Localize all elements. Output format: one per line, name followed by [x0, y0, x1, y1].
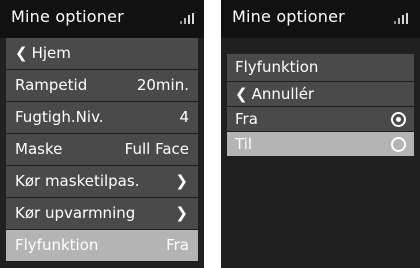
- menu-item-value: Fra: [166, 236, 189, 254]
- signal-strength-icon: [394, 13, 408, 24]
- menu-item-flyfunktion[interactable]: Flyfunktion Fra: [6, 230, 198, 262]
- menu-item-hjem[interactable]: ❮ Hjem: [6, 38, 198, 70]
- title-bar: Mine optioner: [0, 0, 204, 38]
- radio-unselected-icon[interactable]: [391, 137, 406, 152]
- cancel-label: Annullér: [251, 85, 315, 103]
- title-bar: Mine optioner: [221, 0, 420, 38]
- chevron-right-icon: ❯: [175, 172, 188, 190]
- menu-item-label: Kør upvarmning: [15, 204, 136, 222]
- chevron-left-icon: ❮: [15, 44, 28, 62]
- dialog-header: Flyfunktion: [227, 54, 414, 82]
- option-fra[interactable]: Fra: [227, 107, 414, 132]
- menu-item-label: Maske: [15, 140, 63, 158]
- cancel-button[interactable]: ❮ Annullér: [227, 82, 414, 107]
- menu-item-rampetid[interactable]: Rampetid 20min.: [6, 70, 198, 102]
- menu-item-value: 4: [179, 108, 189, 126]
- chevron-left-icon: ❮: [235, 85, 248, 103]
- menu-item-maske[interactable]: Maske Full Face: [6, 134, 198, 166]
- device-screen-right: Mine optioner Flyfunktion ❮ Annullér Fra …: [221, 0, 420, 268]
- flyfunktion-dialog: Flyfunktion ❮ Annullér Fra Til: [227, 54, 414, 157]
- chevron-right-icon: ❯: [175, 204, 188, 222]
- menu-item-value: Full Face: [124, 140, 189, 158]
- menu-item-masketilpasning[interactable]: Kør masketilpas. ❯: [6, 166, 198, 198]
- option-label: Fra: [235, 110, 258, 128]
- menu-item-upvarmning[interactable]: Kør upvarmning ❯: [6, 198, 198, 230]
- menu-item-label: Flyfunktion: [15, 236, 99, 254]
- option-label: Til: [235, 135, 253, 153]
- menu-item-label: Hjem: [31, 44, 71, 62]
- radio-selected-icon[interactable]: [391, 112, 406, 127]
- option-til[interactable]: Til: [227, 132, 414, 157]
- screen-title: Mine optioner: [11, 7, 124, 26]
- menu-item-label: Fugtigh.Niv.: [15, 108, 104, 126]
- menu-item-label: Kør masketilpas.: [15, 172, 140, 190]
- menu-item-value: 20min.: [136, 76, 189, 94]
- options-menu: ❮ Hjem Rampetid 20min. Fugtigh.Niv. 4 Mas…: [0, 38, 204, 262]
- menu-item-fugtighed[interactable]: Fugtigh.Niv. 4: [6, 102, 198, 134]
- menu-item-label: Rampetid: [15, 76, 88, 94]
- device-screen-left: Mine optioner ❮ Hjem Rampetid 20min. Fugt…: [0, 0, 204, 268]
- screen-title: Mine optioner: [232, 7, 345, 26]
- signal-strength-icon: [180, 13, 194, 24]
